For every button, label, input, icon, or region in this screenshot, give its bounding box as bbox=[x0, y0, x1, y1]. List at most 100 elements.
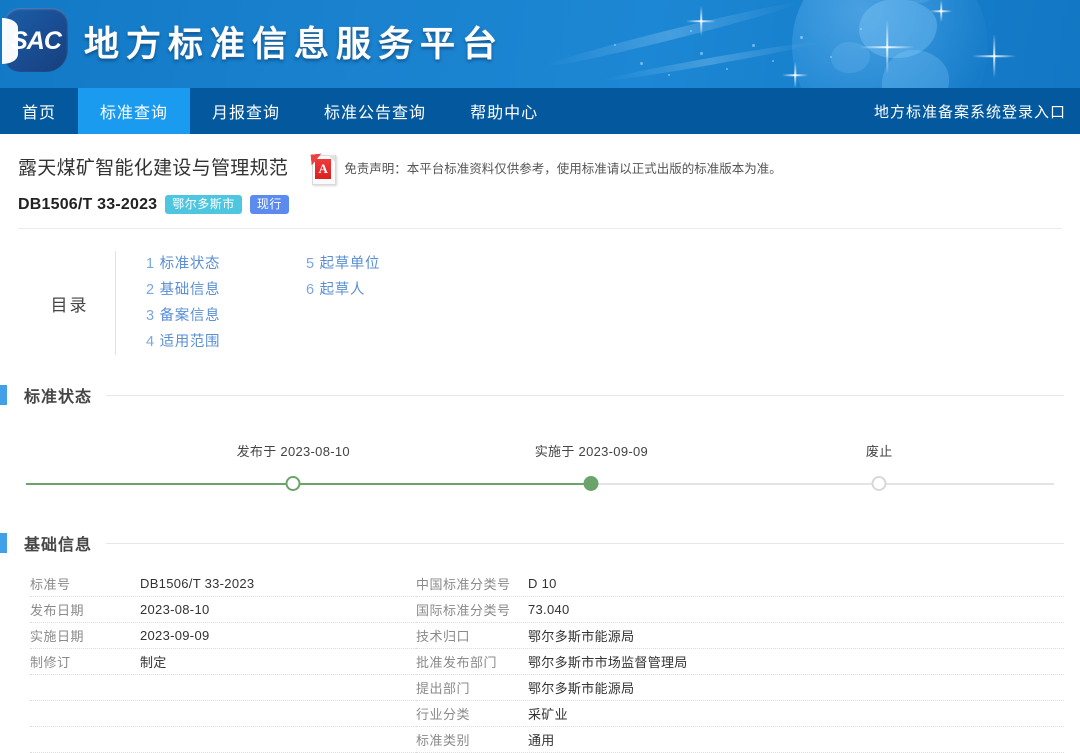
section-rule bbox=[106, 394, 1064, 396]
main-navigation: 首页 标准查询 月报查询 标准公告查询 帮助中心 地方标准备案系统登录入口 bbox=[0, 88, 1080, 134]
row-label: 批准发布部门 bbox=[416, 655, 498, 670]
site-title: 地方标准信息服务平台 bbox=[84, 25, 505, 64]
toc-item-label: 起草人 bbox=[319, 282, 365, 298]
table-row: 国际标准分类号 73.040 bbox=[416, 597, 1064, 623]
table-row: 中国标准分类号 D 10 bbox=[416, 571, 1064, 597]
section-rule bbox=[106, 542, 1064, 544]
nav-item-standard-search[interactable]: 标准查询 bbox=[78, 88, 191, 134]
toc-item-scope[interactable]: 4 适用范围 bbox=[146, 329, 306, 355]
toc-item-label: 基础信息 bbox=[159, 282, 221, 298]
table-row-empty bbox=[30, 701, 416, 727]
row-value: DB1506/T 33-2023 bbox=[140, 576, 255, 591]
row-label: 标准号 bbox=[30, 577, 71, 592]
row-label: 国际标准分类号 bbox=[416, 603, 511, 618]
basic-info-left-column: 标准号 DB1506/T 33-2023 发布日期 2023-08-10 实施日… bbox=[16, 571, 416, 753]
sac-logo[interactable]: SAC bbox=[2, 8, 68, 72]
section-header-basic-info: 基础信息 bbox=[0, 531, 1064, 555]
row-label: 提出部门 bbox=[416, 681, 471, 696]
table-row: 标准号 DB1506/T 33-2023 bbox=[30, 571, 416, 597]
row-label: 发布日期 bbox=[30, 603, 85, 618]
toc-item-label: 起草单位 bbox=[319, 256, 381, 272]
toc-item-basic-info[interactable]: 2 基础信息 bbox=[146, 277, 306, 303]
toc-item-label: 适用范围 bbox=[159, 334, 221, 350]
section-accent-bar bbox=[0, 385, 7, 405]
row-value: 2023-08-10 bbox=[140, 602, 210, 617]
table-row: 技术归口 鄂尔多斯市能源局 bbox=[416, 623, 1064, 649]
nav-login-entry-link[interactable]: 地方标准备案系统登录入口 bbox=[852, 88, 1080, 134]
row-value: 制定 bbox=[140, 655, 167, 670]
site-banner: SAC 地方标准信息服务平台 bbox=[0, 0, 1080, 88]
nav-item-monthly-report[interactable]: 月报查询 bbox=[190, 88, 302, 134]
table-row: 标准类别 通用 bbox=[416, 727, 1064, 753]
section-title: 基础信息 bbox=[24, 537, 93, 554]
toc-item-filing-info[interactable]: 3 备案信息 bbox=[146, 303, 306, 329]
toc-label: 目录 bbox=[30, 251, 116, 355]
section-header-standard-status: 标准状态 bbox=[0, 383, 1064, 407]
row-label: 制修订 bbox=[30, 655, 71, 670]
nav-item-home[interactable]: 首页 bbox=[0, 88, 78, 134]
title-row: 露天煤矿智能化建设与管理规范 A 免责声明：本平台标准资料仅供参考，使用标准请以… bbox=[18, 156, 1062, 185]
toc-item-number: 6 bbox=[306, 282, 315, 298]
timeline-node-abolished[interactable] bbox=[871, 476, 887, 491]
row-value: 鄂尔多斯市能源局 bbox=[528, 681, 635, 696]
row-label: 技术归口 bbox=[416, 629, 471, 644]
timeline-label-abolished: 废止 bbox=[865, 444, 893, 459]
toc-item-label: 备案信息 bbox=[159, 308, 221, 324]
logo-text: SAC bbox=[11, 27, 62, 55]
row-value: 鄂尔多斯市能源局 bbox=[528, 629, 635, 644]
status-timeline: 发布于 2023-08-10 实施于 2023-09-09 废止 bbox=[26, 441, 1054, 497]
globe-graphic bbox=[792, 0, 988, 88]
timeline-label-published: 发布于 2023-08-10 bbox=[236, 444, 350, 459]
row-value: 采矿业 bbox=[528, 707, 568, 722]
toc-item-number: 4 bbox=[146, 334, 155, 350]
table-row: 批准发布部门 鄂尔多斯市市场监督管理局 bbox=[416, 649, 1064, 675]
section-accent-bar bbox=[0, 533, 7, 553]
nav-item-help-center[interactable]: 帮助中心 bbox=[448, 88, 560, 134]
disclaimer-text: 免责声明：本平台标准资料仅供参考，使用标准请以正式出版的标准版本为准。 bbox=[344, 162, 782, 176]
row-label: 中国标准分类号 bbox=[416, 577, 511, 592]
standard-title: 露天煤矿智能化建设与管理规范 bbox=[18, 158, 289, 179]
row-value: 鄂尔多斯市市场监督管理局 bbox=[528, 655, 688, 670]
toc-column-1: 1 标准状态 2 基础信息 3 备案信息 4 适用范围 bbox=[146, 251, 306, 355]
nav-item-announcement-search[interactable]: 标准公告查询 bbox=[302, 88, 448, 134]
timeline-progress bbox=[26, 483, 592, 485]
table-row: 制修订 制定 bbox=[30, 649, 416, 675]
standard-code: DB1506/T 33-2023 bbox=[18, 195, 158, 213]
timeline-label-implemented: 实施于 2023-09-09 bbox=[534, 444, 649, 459]
timeline-node-implemented[interactable] bbox=[583, 476, 599, 491]
toc-columns: 1 标准状态 2 基础信息 3 备案信息 4 适用范围 5 起草单位 6 起草人 bbox=[116, 251, 466, 355]
toc-item-number: 2 bbox=[146, 282, 155, 298]
toc-item-number: 1 bbox=[146, 256, 155, 272]
toc-item-label: 标准状态 bbox=[159, 256, 221, 272]
table-row-empty bbox=[30, 727, 416, 753]
standard-title-block: 露天煤矿智能化建设与管理规范 A 免责声明：本平台标准资料仅供参考，使用标准请以… bbox=[16, 134, 1064, 229]
pdf-icon-letter: A bbox=[318, 161, 328, 176]
row-label: 行业分类 bbox=[416, 707, 471, 722]
toc-item-drafting-organization[interactable]: 5 起草单位 bbox=[306, 251, 466, 277]
basic-info-table: 标准号 DB1506/T 33-2023 发布日期 2023-08-10 实施日… bbox=[16, 571, 1064, 753]
section-title: 标准状态 bbox=[24, 389, 93, 406]
table-row: 发布日期 2023-08-10 bbox=[30, 597, 416, 623]
pdf-disclaimer-group: A 免责声明：本平台标准资料仅供参考，使用标准请以正式出版的标准版本为准。 bbox=[310, 154, 782, 185]
toc-item-number: 5 bbox=[306, 256, 315, 272]
table-row: 实施日期 2023-09-09 bbox=[30, 623, 416, 649]
table-of-contents: 目录 1 标准状态 2 基础信息 3 备案信息 4 适用范围 5 起草单位 6 … bbox=[16, 229, 1064, 365]
row-value: 通用 bbox=[528, 733, 555, 748]
basic-info-right-column: 中国标准分类号 D 10 国际标准分类号 73.040 技术归口 鄂尔多斯市能源… bbox=[416, 571, 1064, 753]
status-badge: 现行 bbox=[249, 195, 289, 214]
toc-column-2: 5 起草单位 6 起草人 bbox=[306, 251, 466, 355]
timeline-node-published[interactable] bbox=[285, 476, 301, 491]
standard-code-row: DB1506/T 33-2023 鄂尔多斯市 现行 bbox=[18, 195, 1062, 214]
toc-item-standard-status[interactable]: 1 标准状态 bbox=[146, 251, 306, 277]
row-value: 2023-09-09 bbox=[140, 628, 210, 643]
page-content: 露天煤矿智能化建设与管理规范 A 免责声明：本平台标准资料仅供参考，使用标准请以… bbox=[0, 134, 1080, 753]
toc-item-drafters[interactable]: 6 起草人 bbox=[306, 277, 466, 303]
table-row: 行业分类 采矿业 bbox=[416, 701, 1064, 727]
table-row-empty bbox=[30, 675, 416, 701]
row-value: 73.040 bbox=[528, 602, 570, 617]
row-label: 实施日期 bbox=[30, 629, 85, 644]
row-label: 标准类别 bbox=[416, 733, 471, 748]
toc-item-number: 3 bbox=[146, 308, 155, 324]
pdf-icon[interactable]: A bbox=[310, 154, 337, 185]
table-row: 提出部门 鄂尔多斯市能源局 bbox=[416, 675, 1064, 701]
